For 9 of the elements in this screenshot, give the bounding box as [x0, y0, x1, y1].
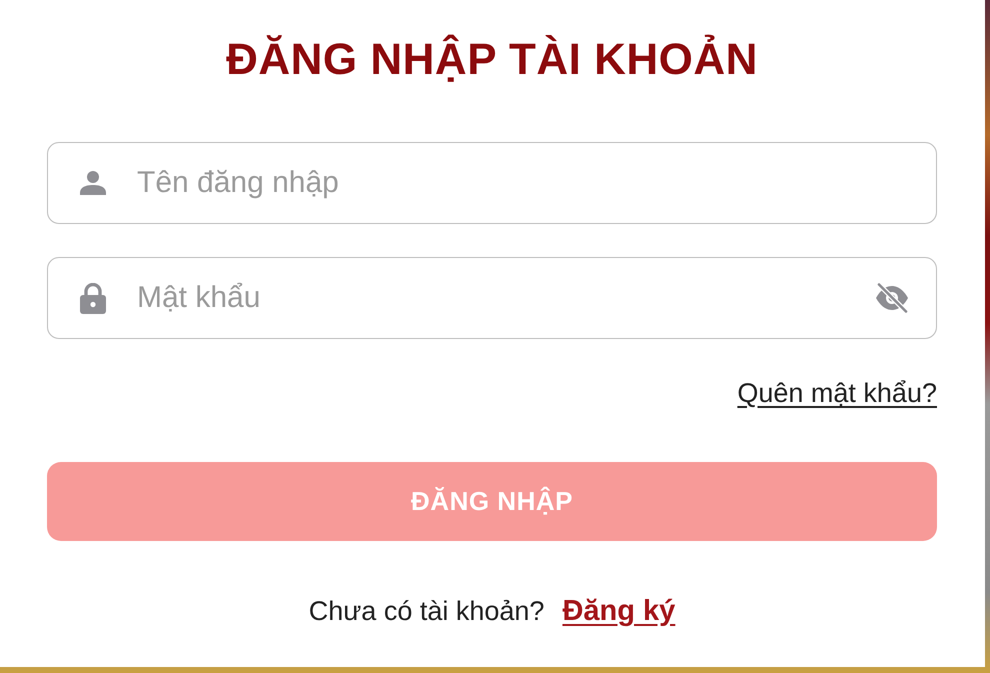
- lock-icon: [80, 283, 106, 314]
- signup-link[interactable]: Đăng ký: [562, 596, 676, 626]
- user-icon: [80, 171, 106, 195]
- hide-password-icon[interactable]: [875, 283, 909, 313]
- forgot-password-link[interactable]: Quên mật khẩu?: [737, 378, 937, 408]
- password-field[interactable]: Mật khẩu: [47, 257, 937, 339]
- signup-prompt: Chưa có tài khoản?: [308, 596, 544, 626]
- dialog-title: ĐĂNG NHẬP TÀI KHOẢN: [226, 34, 758, 86]
- username-field[interactable]: Tên đăng nhập: [47, 142, 937, 224]
